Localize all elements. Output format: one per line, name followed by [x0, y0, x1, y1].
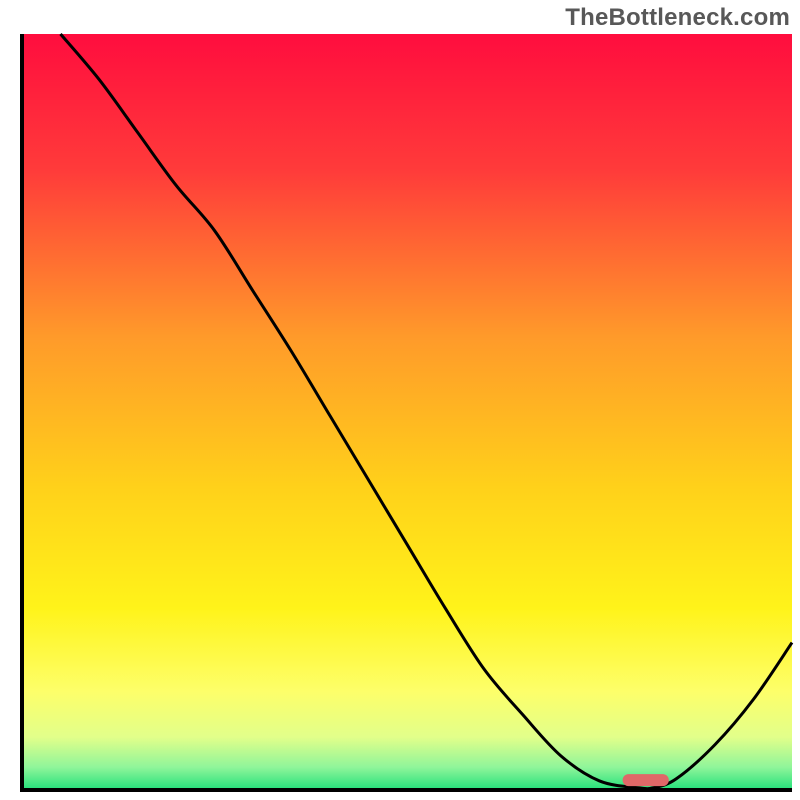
- attribution-label: TheBottleneck.com: [565, 4, 790, 32]
- chart-svg: [0, 0, 800, 800]
- bottleneck-chart: TheBottleneck.com: [0, 0, 800, 800]
- optimal-marker: [623, 774, 669, 786]
- plot-background: [22, 34, 792, 790]
